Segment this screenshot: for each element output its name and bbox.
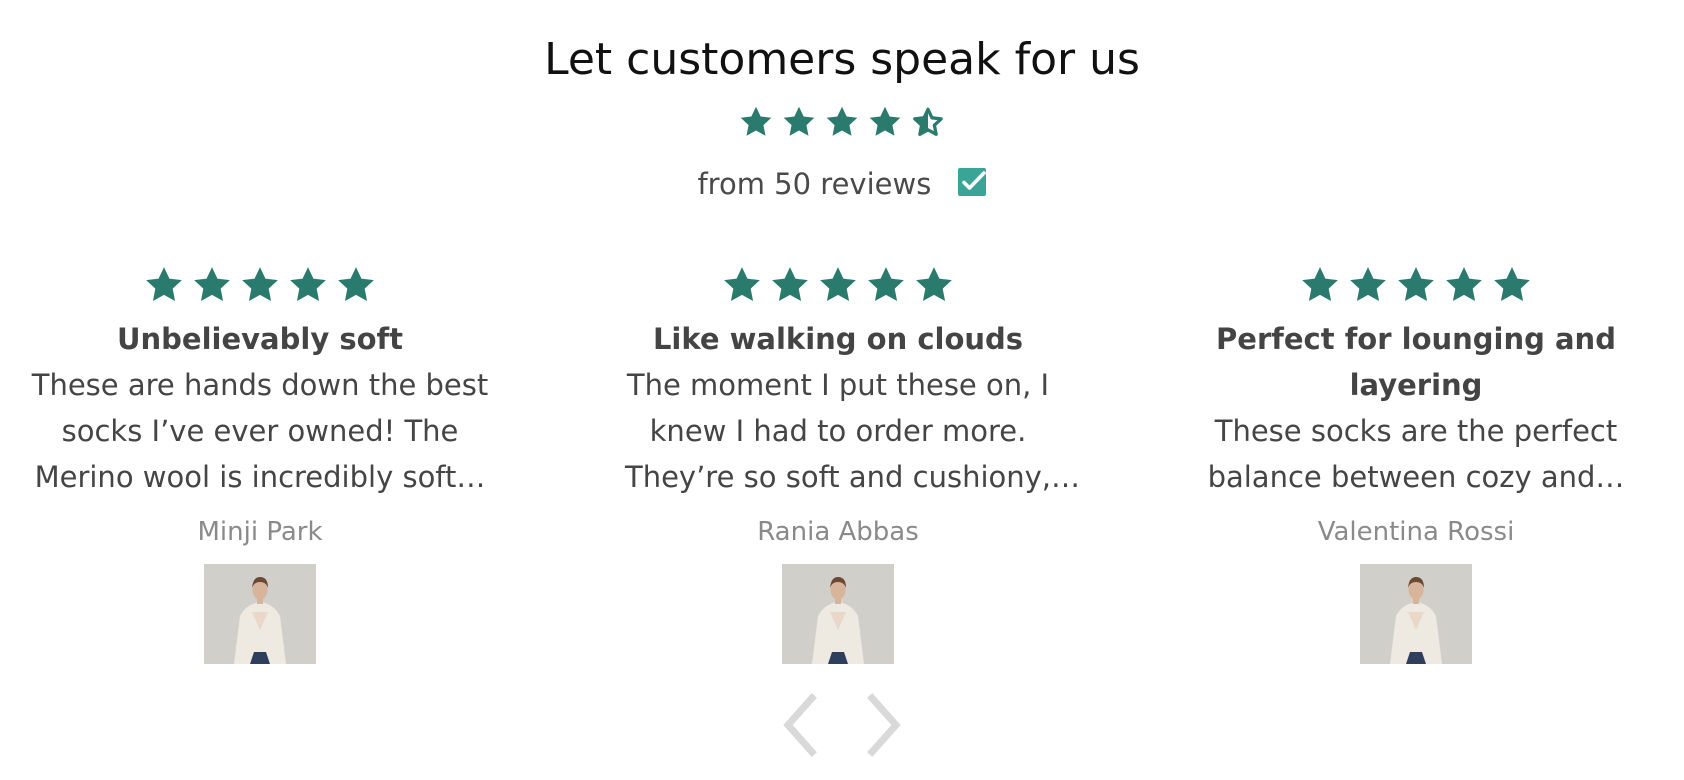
verified-check-icon — [957, 168, 986, 196]
chevron-right-icon[interactable] — [850, 690, 910, 760]
star-icon — [1350, 267, 1386, 301]
review-body[interactable]: These are hands down the best socks I’ve… — [20, 362, 500, 500]
star-icon — [869, 106, 901, 136]
carousel-navigation — [0, 690, 1684, 760]
star-icon — [916, 267, 952, 301]
review-stars — [1176, 264, 1656, 306]
review-title: Unbelievably soft — [116, 322, 403, 356]
review-body[interactable]: These socks are the perfect balance betw… — [1176, 408, 1656, 500]
review-photo[interactable] — [204, 564, 316, 664]
half-star-icon — [912, 106, 943, 136]
star-icon — [290, 267, 326, 301]
star-icon — [1302, 267, 1338, 301]
star-icon — [826, 106, 858, 136]
review-author: Rania Abbas — [757, 517, 919, 547]
review-photo[interactable] — [782, 564, 894, 664]
star-icon — [338, 267, 374, 301]
review-author: Valentina Rossi — [1317, 517, 1515, 547]
star-icon — [146, 267, 182, 301]
star-icon — [724, 267, 760, 301]
star-icon — [1398, 267, 1434, 301]
reviews-widget: Let customers speak for us from 50 revie… — [0, 0, 1684, 780]
average-rating-stars — [0, 104, 1684, 140]
star-icon — [194, 267, 230, 301]
review-stars — [598, 264, 1078, 306]
chevron-left-icon[interactable] — [774, 690, 834, 760]
star-icon — [1494, 267, 1530, 301]
review-author: Minji Park — [197, 517, 323, 547]
review-card: Unbelievably soft These are hands down t… — [20, 264, 500, 664]
review-title: Perfect for lounging and layering — [1216, 322, 1616, 402]
star-icon — [772, 267, 808, 301]
review-body[interactable]: The moment I put these on, I knew I had … — [598, 362, 1078, 500]
star-icon — [740, 106, 772, 136]
star-icon — [1446, 267, 1482, 301]
star-icon — [242, 267, 278, 301]
reviews-carousel: Unbelievably soft These are hands down t… — [0, 264, 1684, 664]
review-card: Like walking on clouds The moment I put … — [598, 264, 1078, 664]
review-photo[interactable] — [1360, 564, 1472, 664]
star-icon — [820, 267, 856, 301]
review-title: Like walking on clouds — [652, 322, 1024, 356]
widget-title: Let customers speak for us — [544, 34, 1140, 85]
review-count-line: from 50 reviews — [0, 162, 1684, 202]
review-count: from 50 reviews — [697, 167, 932, 201]
star-icon — [783, 106, 815, 136]
review-stars — [20, 264, 500, 306]
review-card: Perfect for lounging and layering These … — [1176, 264, 1656, 664]
star-icon — [868, 267, 904, 301]
